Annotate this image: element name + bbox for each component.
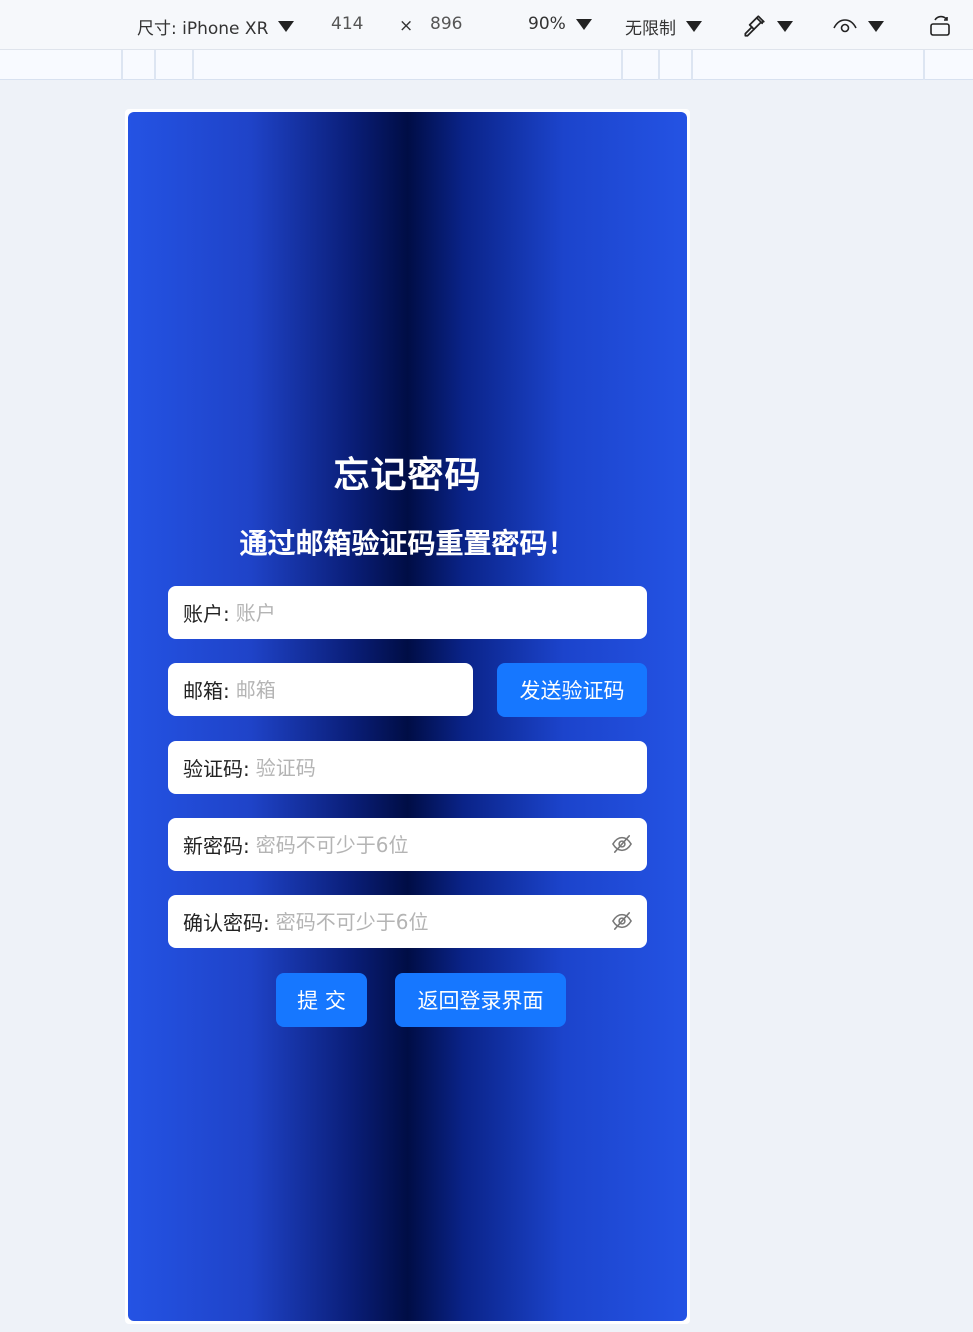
device-size-dropdown[interactable]: 尺寸: iPhone XR [137, 14, 295, 39]
triangle-down-icon [686, 21, 702, 32]
new-password-label: 新密码: [183, 834, 250, 858]
send-code-button[interactable]: 发送验证码 [497, 663, 647, 717]
times-separator: × [399, 16, 414, 36]
page-title: 忘记密码 [333, 455, 482, 496]
ruler-divider [621, 50, 623, 80]
media-query-ruler [0, 50, 973, 80]
vision-dropdown[interactable] [832, 15, 884, 37]
rotate-button[interactable] [929, 14, 955, 38]
code-label: 验证码: [183, 757, 250, 781]
triangle-down-icon [777, 20, 793, 32]
eye-slash-icon[interactable] [611, 834, 633, 854]
throttle-label: 无限制 [625, 19, 676, 39]
confirm-password-field[interactable]: 确认密码: [168, 895, 647, 948]
back-to-login-button[interactable]: 返回登录界面 [395, 973, 566, 1027]
ruler-divider [121, 50, 123, 80]
device-toolbar: 尺寸: iPhone XR 414 × 896 90% 无限制 [0, 0, 973, 50]
email-field[interactable]: 邮箱: [168, 663, 473, 716]
ruler-divider [691, 50, 693, 80]
color-picker-dropdown[interactable] [741, 13, 793, 39]
ruler-divider [658, 50, 660, 80]
width-input[interactable]: 414 [331, 14, 363, 34]
page-subtitle: 通过邮箱验证码重置密码！ [239, 527, 576, 560]
new-password-input[interactable] [249, 832, 599, 857]
triangle-down-icon [278, 21, 295, 32]
email-input[interactable] [229, 677, 473, 702]
new-password-field[interactable]: 新密码: [168, 818, 647, 871]
zoom-label: 90% [528, 14, 566, 34]
confirm-password-label: 确认密码: [183, 911, 270, 935]
code-input[interactable] [249, 755, 647, 780]
triangle-down-icon [868, 20, 884, 32]
submit-button[interactable]: 提 交 [276, 973, 367, 1027]
triangle-down-icon [575, 18, 592, 30]
confirm-password-input[interactable] [269, 909, 599, 934]
email-label: 邮箱: [183, 679, 230, 703]
ruler-divider [192, 50, 194, 80]
account-field[interactable]: 账户: [168, 586, 647, 639]
zoom-dropdown[interactable]: 90% [528, 14, 592, 34]
code-field[interactable]: 验证码: [168, 741, 647, 794]
rotate-device-icon [930, 15, 950, 36]
ruler-divider [923, 50, 925, 80]
account-input[interactable] [229, 600, 647, 625]
device-size-label: 尺寸: iPhone XR [137, 19, 269, 39]
eyedropper-icon [744, 15, 765, 37]
ruler-divider [154, 50, 156, 80]
height-input[interactable]: 896 [430, 14, 462, 34]
throttle-dropdown[interactable]: 无限制 [625, 14, 702, 39]
account-label: 账户: [183, 602, 230, 626]
eye-icon [833, 19, 857, 33]
eye-slash-icon[interactable] [611, 911, 633, 931]
device-viewport: 忘记密码 通过邮箱验证码重置密码！ 账户: 邮箱: 发送验证码 验证码: 新密码… [128, 112, 687, 1321]
